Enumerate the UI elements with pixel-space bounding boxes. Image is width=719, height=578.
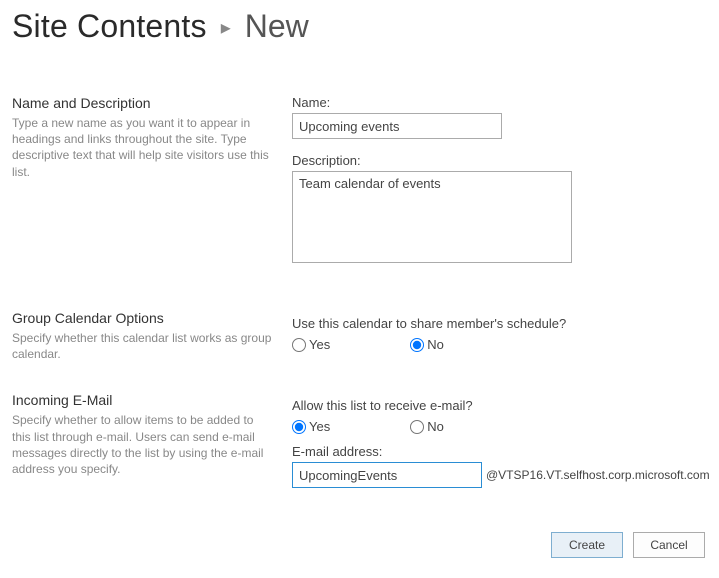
name-label: Name: (292, 95, 707, 110)
create-button[interactable]: Create (551, 532, 623, 558)
section-desc-incoming-email: Specify whether to allow items to be add… (12, 412, 272, 477)
breadcrumb-current: New (245, 8, 309, 45)
breadcrumb-root-link[interactable]: Site Contents (12, 8, 207, 45)
section-desc-name-description: Type a new name as you want it to appear… (12, 115, 272, 180)
cancel-button[interactable]: Cancel (633, 532, 705, 558)
incoming-email-yes-label: Yes (309, 419, 330, 434)
group-calendar-no-option[interactable]: No (410, 337, 444, 352)
group-calendar-yes-radio[interactable] (292, 338, 306, 352)
email-domain-suffix: @VTSP16.VT.selfhost.corp.microsoft.com (486, 468, 710, 482)
description-label: Description: (292, 153, 707, 168)
group-calendar-no-label: No (427, 337, 444, 352)
section-title-name-description: Name and Description (12, 95, 272, 111)
section-incoming-email: Incoming E-Mail Specify whether to allow… (12, 392, 707, 488)
section-group-calendar: Group Calendar Options Specify whether t… (12, 310, 707, 362)
button-row: Create Cancel (12, 532, 707, 558)
email-address-label: E-mail address: (292, 444, 707, 459)
section-desc-group-calendar: Specify whether this calendar list works… (12, 330, 272, 362)
description-textarea[interactable]: Team calendar of events (292, 171, 572, 263)
group-calendar-question: Use this calendar to share member's sche… (292, 316, 707, 331)
group-calendar-yes-label: Yes (309, 337, 330, 352)
incoming-email-question: Allow this list to receive e-mail? (292, 398, 707, 413)
incoming-email-no-radio[interactable] (410, 420, 424, 434)
incoming-email-no-option[interactable]: No (410, 419, 444, 434)
email-address-input[interactable] (292, 462, 482, 488)
section-title-incoming-email: Incoming E-Mail (12, 392, 272, 408)
group-calendar-no-radio[interactable] (410, 338, 424, 352)
name-input[interactable] (292, 113, 502, 139)
group-calendar-yes-option[interactable]: Yes (292, 337, 330, 352)
section-name-description: Name and Description Type a new name as … (12, 95, 707, 280)
breadcrumb: Site Contents ▸ New (12, 8, 707, 45)
incoming-email-yes-option[interactable]: Yes (292, 419, 330, 434)
incoming-email-yes-radio[interactable] (292, 420, 306, 434)
section-title-group-calendar: Group Calendar Options (12, 310, 272, 326)
chevron-right-icon: ▸ (221, 15, 231, 40)
incoming-email-no-label: No (427, 419, 444, 434)
